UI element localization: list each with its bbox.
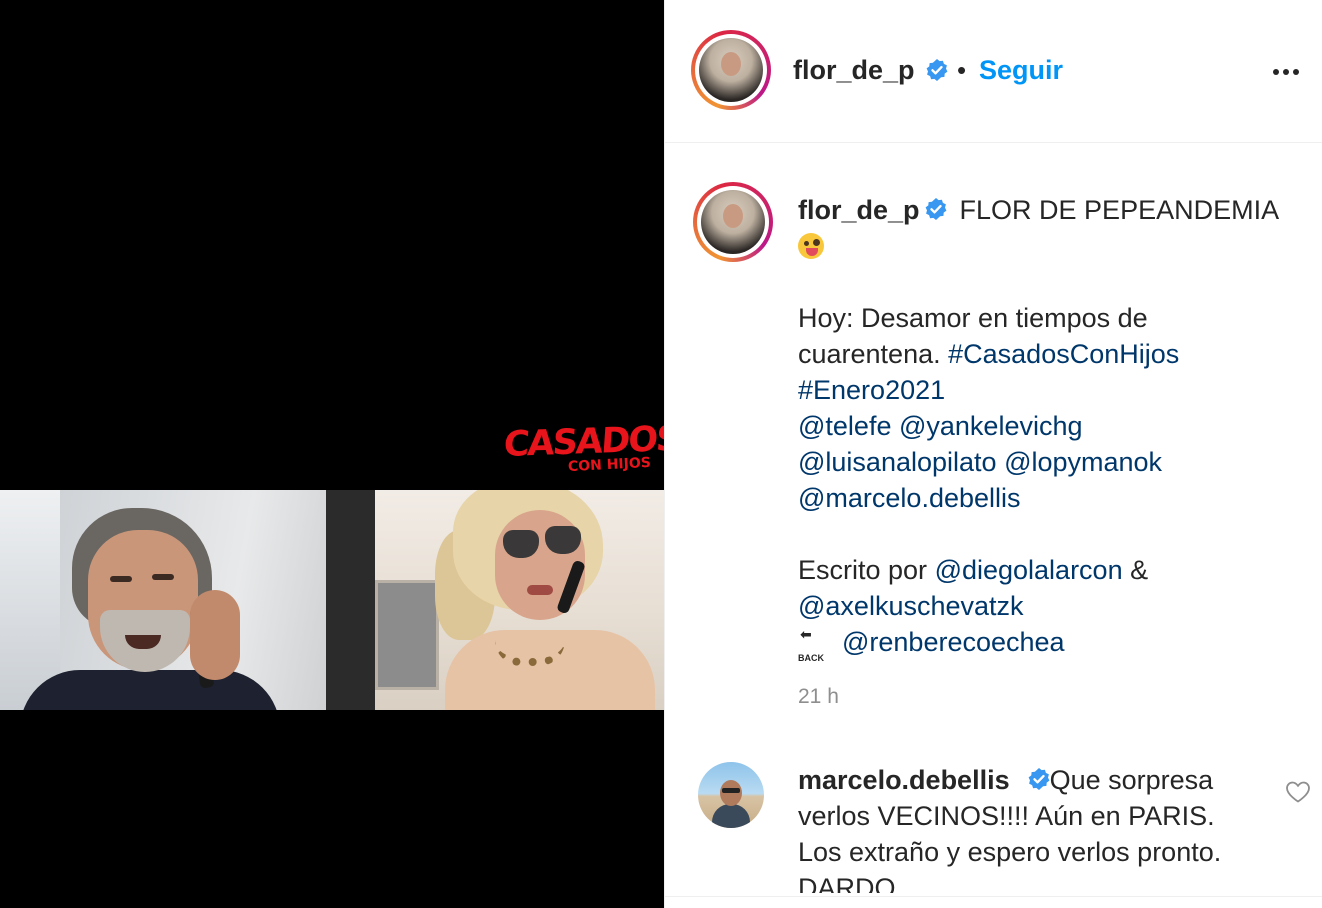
mention-link[interactable]: @renberecoechea bbox=[842, 627, 1065, 657]
mention-link[interactable]: @marcelo.debellis bbox=[798, 483, 1021, 513]
mention-link[interactable]: @luisanalopilato bbox=[798, 447, 997, 477]
follow-button[interactable]: Seguir bbox=[979, 55, 1063, 86]
divider bbox=[665, 896, 1322, 897]
mention-link[interactable]: @axelkuschevatzk bbox=[798, 591, 1024, 621]
mention-link[interactable]: @yankelevichg bbox=[899, 411, 1083, 441]
hashtag-link[interactable]: #CasadosConHijos bbox=[948, 339, 1179, 369]
caption-line: Hoy: Desamor en tiempos de bbox=[798, 303, 1148, 333]
post-details-panel: flor_de_p • Seguir flor_de_p FLOR DE PEPE… bbox=[664, 0, 1322, 908]
post-video[interactable]: CASADOS CON HIJOS bbox=[0, 0, 664, 908]
comment-line: verlos VECINOS!!!! Aún en PARIS. bbox=[798, 801, 1215, 831]
caption-text: cuarentena. bbox=[798, 339, 941, 369]
header-username[interactable]: flor_de_p bbox=[793, 55, 915, 86]
avatar[interactable] bbox=[691, 30, 771, 110]
comment-username[interactable]: marcelo.debellis bbox=[798, 765, 1010, 795]
logo-sub-text: CON HIJOS bbox=[567, 454, 652, 476]
comment-line: DARDO bbox=[798, 873, 896, 893]
comment-like-button[interactable] bbox=[1285, 780, 1311, 804]
post-caption: flor_de_p FLOR DE PEPEANDEMIA Hoy: Desamo… bbox=[798, 192, 1298, 663]
verified-badge-icon bbox=[1028, 768, 1050, 790]
caption-text: & bbox=[1130, 555, 1149, 585]
video-divider bbox=[326, 490, 375, 710]
winking-tongue-emoji-icon bbox=[798, 233, 824, 259]
caption-username[interactable]: flor_de_p bbox=[798, 195, 920, 225]
mention-link[interactable]: @lopymanok bbox=[1004, 447, 1162, 477]
casados-con-hijos-logo: CASADOS CON HIJOS bbox=[502, 419, 664, 480]
post-header: flor_de_p • Seguir bbox=[665, 0, 1322, 143]
video-frame-right bbox=[375, 490, 664, 710]
mention-link[interactable]: @telefe bbox=[798, 411, 891, 441]
comment-line: Los extraño y espero verlos pronto. bbox=[798, 837, 1222, 867]
verified-badge-icon bbox=[926, 59, 948, 81]
more-options-button[interactable] bbox=[1269, 60, 1303, 80]
back-arrow-emoji-icon: ⬅ BACK bbox=[798, 626, 824, 663]
separator-dot: • bbox=[957, 55, 967, 85]
mention-link[interactable]: @diegolalarcon bbox=[935, 555, 1123, 585]
caption-text: Escrito por bbox=[798, 555, 928, 585]
comment: marcelo.debellis Que sorpresa verlos VECI… bbox=[665, 745, 1322, 893]
video-frame-left bbox=[0, 490, 326, 710]
caption-title: FLOR DE PEPEANDEMIA bbox=[959, 195, 1280, 225]
caption-avatar[interactable] bbox=[693, 182, 773, 262]
heart-icon bbox=[1286, 781, 1310, 803]
more-dots-icon bbox=[1273, 68, 1279, 75]
hashtag-link[interactable]: #Enero2021 bbox=[798, 375, 945, 405]
comment-text-first: Que sorpresa bbox=[1049, 765, 1214, 795]
post-timestamp[interactable]: 21 h bbox=[798, 685, 839, 709]
